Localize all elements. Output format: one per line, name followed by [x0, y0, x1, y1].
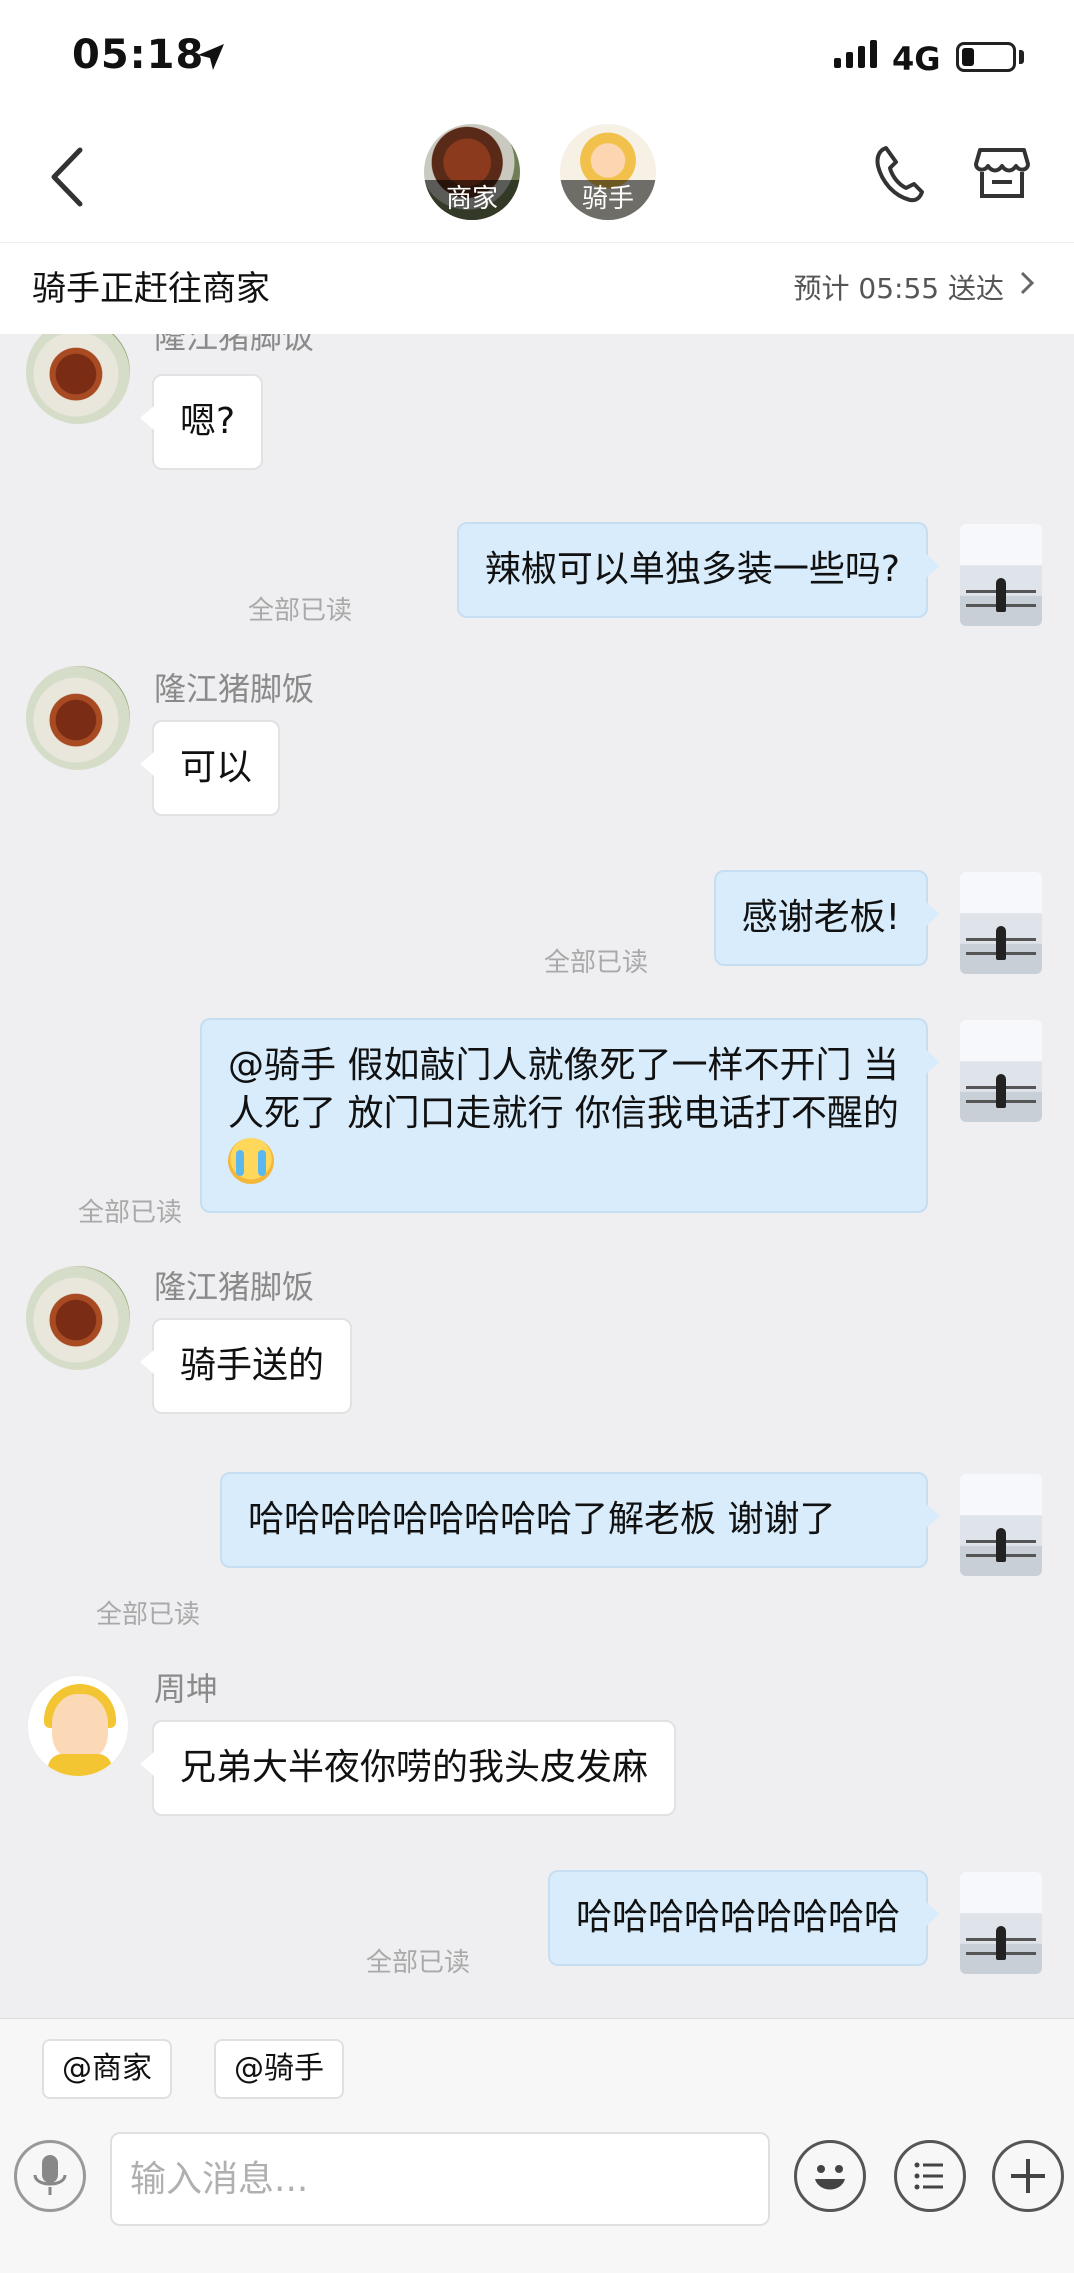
microphone-icon	[33, 2155, 67, 2195]
battery-tip	[1019, 50, 1024, 64]
outgoing-message[interactable]: 哈哈哈哈哈哈哈哈哈	[547, 1870, 941, 1966]
incoming-message[interactable]: 嗯?	[139, 374, 264, 470]
location-arrow-icon	[198, 44, 224, 70]
merchant-label: 商家	[424, 180, 520, 220]
message-input[interactable]	[110, 2132, 770, 2226]
user-avatar[interactable]	[960, 1872, 1042, 1974]
network-label: 4G	[892, 40, 941, 78]
chat-header: 商家 骑手	[0, 112, 1074, 242]
mention-rider-chip[interactable]: @骑手	[214, 2039, 344, 2099]
outgoing-message[interactable]: 哈哈哈哈哈哈哈哈哈了解老板 谢谢了	[220, 1472, 940, 1568]
incoming-message[interactable]: 可以	[139, 720, 281, 816]
delivery-eta: 预计 05:55 送达	[793, 272, 1005, 305]
incoming-message[interactable]: 骑手送的	[139, 1318, 353, 1414]
crying-emoji-icon	[228, 1138, 274, 1184]
sender-name: 隆江猪脚饭	[154, 670, 315, 708]
chevron-right-icon	[1020, 271, 1035, 295]
voice-input-button[interactable]	[14, 2140, 86, 2212]
delivery-status: 骑手正赶往商家	[32, 269, 270, 309]
status-time: 05:18	[72, 32, 205, 78]
user-avatar[interactable]	[960, 1474, 1042, 1576]
mention-merchant-chip[interactable]: @商家	[42, 2039, 172, 2099]
sender-name: 隆江猪脚饭	[154, 334, 315, 356]
incoming-message[interactable]: 兄弟大半夜你唠的我头皮发麻	[139, 1720, 677, 1816]
user-avatar[interactable]	[960, 1020, 1042, 1122]
plus-icon	[1011, 2159, 1045, 2193]
sender-name: 周坤	[154, 1670, 219, 1708]
rider-avatar[interactable]: 骑手	[560, 124, 656, 220]
sender-name: 隆江猪脚饭	[154, 1268, 315, 1306]
read-receipt: 全部已读	[543, 948, 648, 978]
rider-label: 骑手	[560, 180, 656, 220]
store-icon[interactable]	[972, 142, 1032, 202]
delivery-status-bar[interactable]: 骑手正赶往商家 预计 05:55 送达	[0, 242, 1074, 334]
message-text: @骑手 假如敲门人就像死了一样不开门 当人死了 放门口走就行 你信我电话打不醒的	[228, 1045, 899, 1134]
emoji-icon	[815, 2165, 845, 2190]
user-avatar[interactable]	[960, 524, 1042, 626]
status-bar: 05:18 4G	[0, 0, 1074, 112]
battery-fill	[962, 48, 974, 66]
battery-icon	[956, 42, 1016, 72]
outgoing-message[interactable]: @骑手 假如敲门人就像死了一样不开门 当人死了 放门口走就行 你信我电话打不醒的	[200, 1018, 940, 1213]
user-avatar[interactable]	[960, 872, 1042, 974]
outgoing-message[interactable]: 感谢老板!	[713, 870, 941, 966]
merchant-message-avatar[interactable]	[26, 666, 130, 770]
more-options-button[interactable]	[992, 2140, 1064, 2212]
chevron-left-icon[interactable]	[44, 142, 94, 212]
phone-icon[interactable]	[870, 144, 926, 204]
emoji-button[interactable]	[794, 2140, 866, 2212]
signal-icon	[834, 40, 877, 68]
message-list[interactable]: 隆江猪脚饭 嗯? 辣椒可以单独多装一些吗? 全部已读 隆江猪脚饭 可以 感谢老板…	[0, 334, 1074, 2018]
list-icon	[914, 2162, 943, 2190]
mention-bar: @商家 @骑手	[0, 2018, 1074, 2126]
merchant-message-avatar[interactable]	[26, 1266, 130, 1370]
merchant-message-avatar[interactable]	[26, 334, 130, 424]
read-receipt: 全部已读	[95, 1600, 200, 1630]
read-receipt: 全部已读	[247, 596, 352, 626]
read-receipt: 全部已读	[77, 1198, 182, 1228]
quick-menu-button[interactable]	[894, 2140, 966, 2212]
composer-bar	[0, 2126, 1074, 2273]
read-receipt: 全部已读	[365, 1948, 470, 1978]
rider-message-avatar[interactable]	[26, 1674, 130, 1778]
outgoing-message[interactable]: 辣椒可以单独多装一些吗?	[456, 522, 941, 618]
merchant-avatar[interactable]: 商家	[424, 124, 520, 220]
